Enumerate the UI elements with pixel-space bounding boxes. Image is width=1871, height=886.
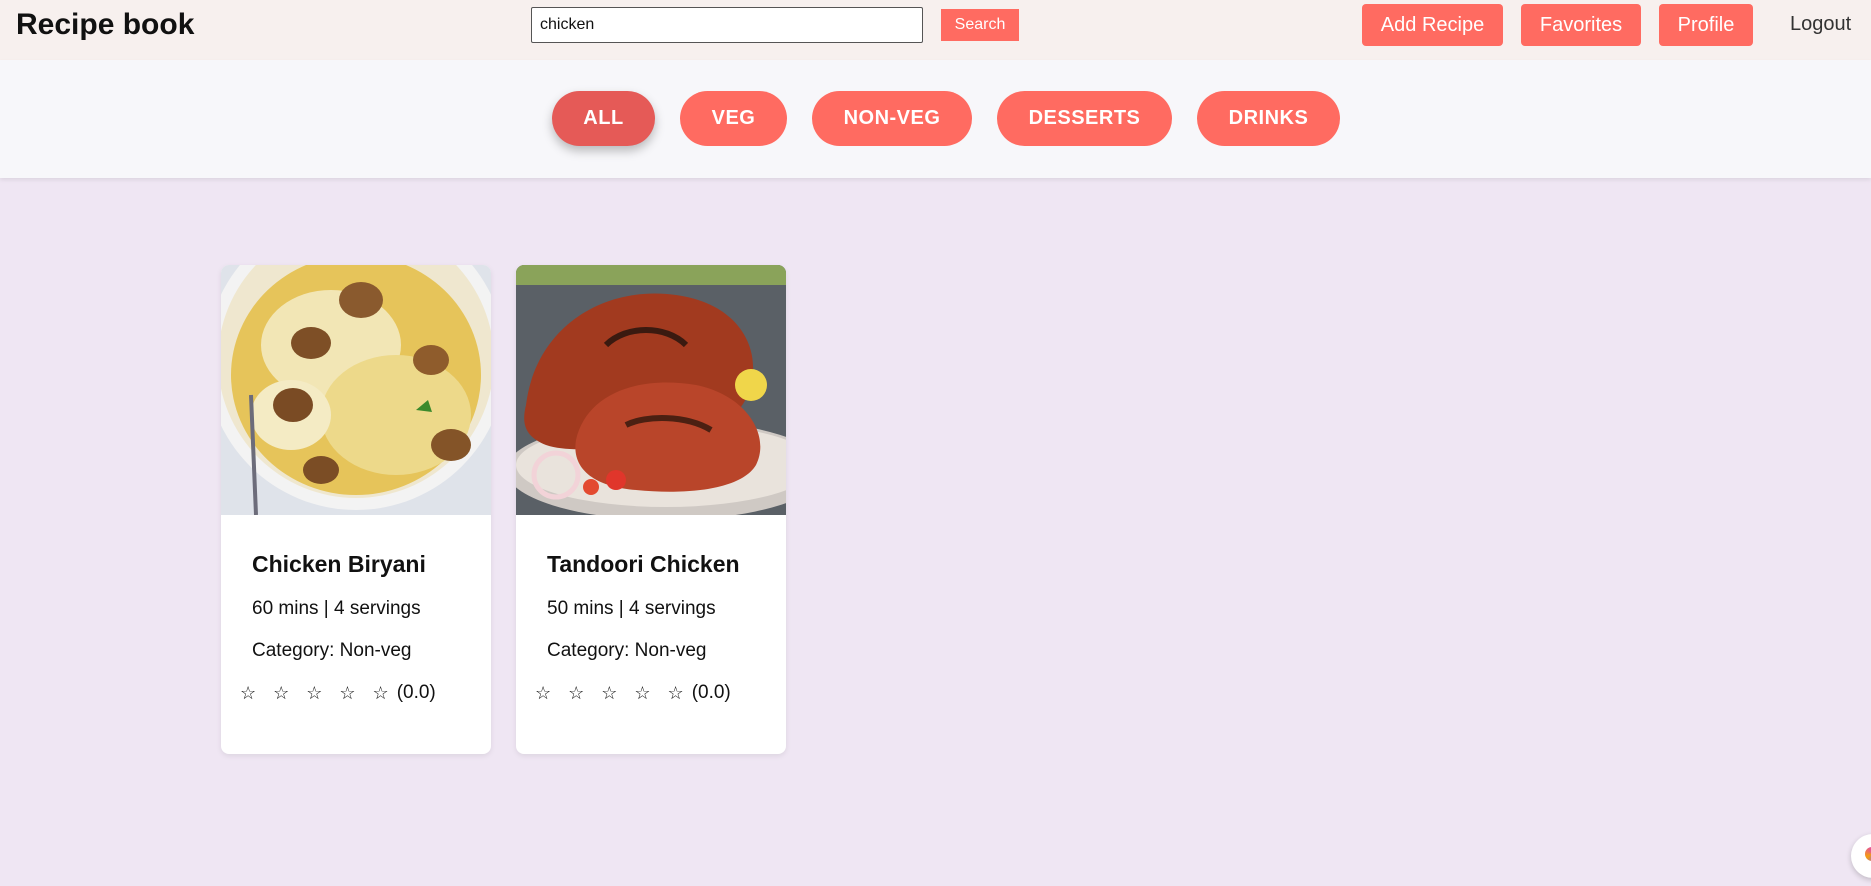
recipe-time-servings: 50 mins | 4 servings (547, 598, 716, 619)
recipe-time-servings: 60 mins | 4 servings (252, 598, 421, 619)
recipe-title: Chicken Biryani (252, 551, 426, 577)
search-button[interactable]: Search (941, 9, 1019, 41)
recipe-rating: ☆ ☆ ☆ ☆ ☆ (0.0) (535, 682, 731, 704)
brand-title: Recipe book (16, 8, 195, 41)
rating-value: (0.0) (396, 682, 436, 703)
tandoori-chicken-image (516, 265, 786, 515)
rating-stars-icon[interactable]: ☆ ☆ ☆ ☆ ☆ (240, 683, 395, 704)
favorites-button[interactable]: Favorites (1521, 4, 1641, 46)
recipe-category: Category: Non-veg (547, 640, 707, 661)
recipe-rating: ☆ ☆ ☆ ☆ ☆ (0.0) (240, 682, 436, 704)
logout-link[interactable]: Logout (1790, 13, 1851, 36)
recipe-category: Category: Non-veg (252, 640, 412, 661)
rating-stars-icon[interactable]: ☆ ☆ ☆ ☆ ☆ (535, 683, 690, 704)
chat-widget-button[interactable] (1851, 834, 1871, 878)
filter-veg[interactable]: VEG (680, 91, 787, 146)
filter-drinks[interactable]: DRINKS (1197, 91, 1340, 146)
top-navbar: Recipe book Search Add Recipe Favorites … (0, 0, 1871, 60)
chat-widget-icon (1865, 847, 1871, 861)
rating-value: (0.0) (691, 682, 731, 703)
recipe-card[interactable]: Chicken Biryani 60 mins | 4 servings Cat… (221, 265, 491, 754)
biryani-image (221, 265, 491, 515)
profile-button[interactable]: Profile (1659, 4, 1753, 46)
filter-all[interactable]: ALL (552, 91, 655, 146)
category-filter-bar: ALL VEG NON-VEG DESSERTS DRINKS (0, 60, 1871, 178)
add-recipe-button[interactable]: Add Recipe (1362, 4, 1503, 46)
filter-non-veg[interactable]: NON-VEG (812, 91, 972, 146)
recipe-title: Tandoori Chicken (547, 551, 740, 577)
recipe-card[interactable]: Tandoori Chicken 50 mins | 4 servings Ca… (516, 265, 786, 754)
search-input[interactable] (531, 7, 923, 43)
filter-desserts[interactable]: DESSERTS (997, 91, 1172, 146)
